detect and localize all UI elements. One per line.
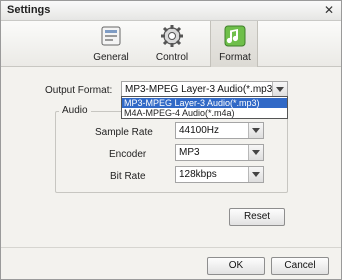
window-title: Settings <box>7 4 51 16</box>
output-format-option-m4a[interactable]: M4A-MPEG-4 Audio(*.m4a) <box>122 108 287 118</box>
output-format-label: Output Format: <box>45 85 113 96</box>
bit-rate-value: 128kbps <box>179 169 217 180</box>
encoder-label: Encoder <box>109 149 147 160</box>
bit-rate-select[interactable]: 128kbps <box>175 166 264 183</box>
settings-window: Settings ✕ General Control Format Output… <box>0 0 342 280</box>
output-format-value: MP3-MPEG Layer-3 Audio(*.mp3) <box>125 84 276 95</box>
tab-control-label: Control <box>155 52 189 63</box>
tab-general-label: General <box>93 52 129 63</box>
chevron-down-icon[interactable] <box>248 145 263 160</box>
tab-control[interactable]: Control <box>148 21 196 67</box>
footer-separator <box>1 247 341 248</box>
music-note-icon <box>224 25 246 47</box>
audio-group-title: Audio <box>59 105 91 116</box>
tab-general[interactable]: General <box>87 21 135 67</box>
ok-button[interactable]: OK <box>207 257 265 275</box>
chevron-down-icon[interactable] <box>248 167 263 182</box>
sample-rate-select[interactable]: 44100Hz <box>175 122 264 139</box>
close-icon[interactable]: ✕ <box>323 4 335 16</box>
title-bar: Settings ✕ <box>1 1 341 21</box>
sample-rate-value: 44100Hz <box>179 125 220 136</box>
tab-format[interactable]: Format <box>210 21 258 67</box>
general-icon <box>101 26 121 46</box>
bit-rate-label: Bit Rate <box>110 171 146 182</box>
cancel-button[interactable]: Cancel <box>271 257 329 275</box>
chevron-down-icon[interactable] <box>248 123 263 138</box>
output-format-dropdown: MP3-MPEG Layer-3 Audio(*.mp3) M4A-MPEG-4… <box>121 96 288 119</box>
tab-format-label: Format <box>219 52 251 63</box>
encoder-select[interactable]: MP3 <box>175 144 264 161</box>
settings-toolbar: General Control Format <box>1 21 341 67</box>
sample-rate-label: Sample Rate <box>95 127 153 138</box>
output-format-option-mp3[interactable]: MP3-MPEG Layer-3 Audio(*.mp3) <box>122 98 287 108</box>
encoder-value: MP3 <box>179 147 200 158</box>
reset-button[interactable]: Reset <box>229 208 285 226</box>
gear-icon <box>161 25 183 47</box>
chevron-down-icon[interactable] <box>272 82 287 97</box>
